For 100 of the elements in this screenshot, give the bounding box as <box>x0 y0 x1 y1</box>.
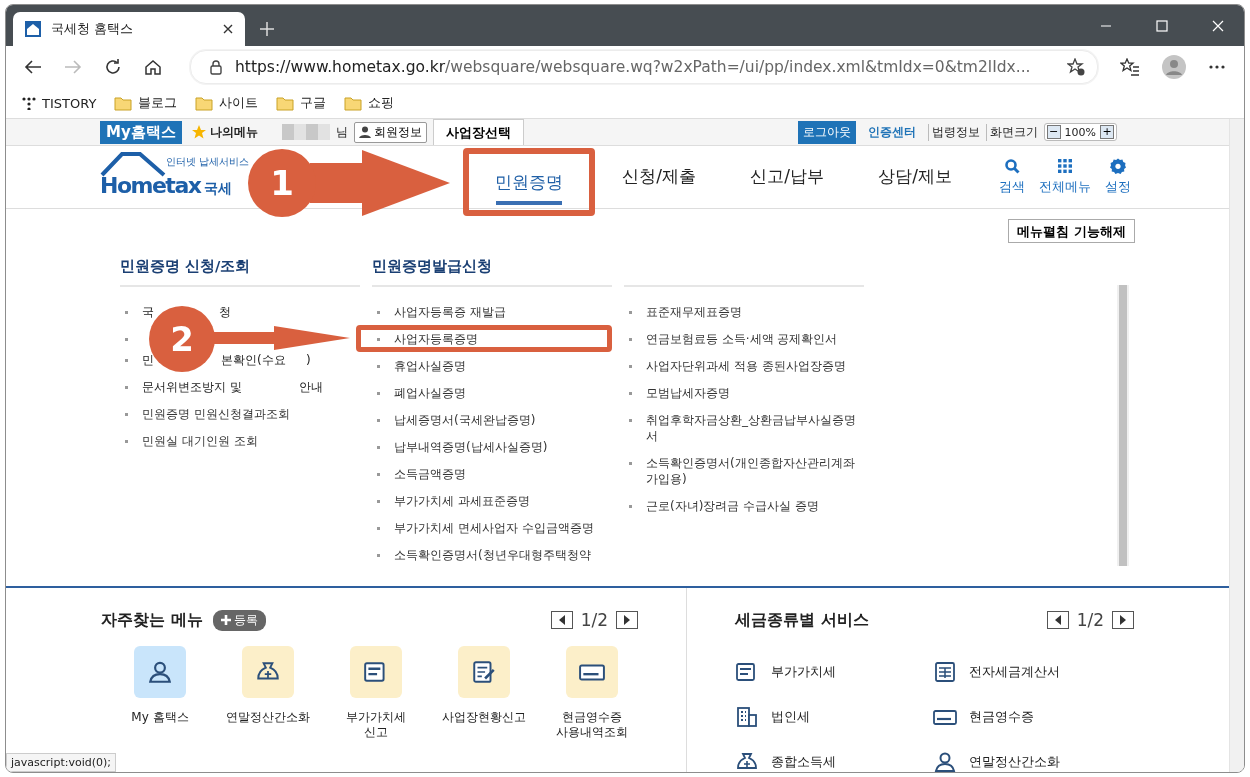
close-icon[interactable] <box>223 24 233 34</box>
menu-link[interactable]: 취업후학자금상환_상환금납부사실증명서 <box>646 411 864 444</box>
my-menu-link[interactable]: 나의메뉴 <box>209 123 258 141</box>
list-bullet <box>377 472 380 476</box>
tool-link[interactable]: 설정 <box>1105 178 1131 196</box>
tool-link[interactable]: 전체메뉴 <box>1039 178 1091 196</box>
cert-center-link[interactable]: 인증센터 <box>861 123 922 141</box>
scrollbar[interactable] <box>1229 119 1244 772</box>
search-icon[interactable] <box>1004 158 1020 174</box>
browser-tab[interactable]: 국세청 홈택스 <box>13 12 245 46</box>
star-plus-icon[interactable] <box>1067 58 1085 76</box>
back-arrow-icon[interactable] <box>24 58 42 76</box>
member-info-button[interactable]: 회원정보 <box>353 121 427 143</box>
menu-link[interactable]: 소득금액증명 <box>394 465 466 482</box>
shortcut-label[interactable]: 현금영수증 사용내역조회 <box>556 710 628 740</box>
menu-link[interactable]: 납부내역증명(납세사실증명) <box>394 438 548 455</box>
tax-service-link[interactable]: 현금영수증 <box>969 708 1034 726</box>
home-icon[interactable] <box>144 58 162 76</box>
menu-link[interactable]: 모범납세자증명 <box>646 384 730 401</box>
nav-tab[interactable]: 신청/제출 <box>595 148 723 204</box>
menu-link[interactable]: 표준재무제표증명 <box>646 303 742 320</box>
shortcut-tile[interactable] <box>134 646 186 698</box>
menu-link[interactable]: 근로(자녀)장려금 수급사실 증명 <box>646 497 819 514</box>
logout-button[interactable]: 로그아웃 <box>797 120 856 144</box>
folder-icon <box>276 95 295 111</box>
list-bullet <box>377 391 380 395</box>
address-field[interactable]: https://www.hometax.go.kr/websquare/websquare.wq?w2xPath=/ui/pp/index.xml&tmIdx=0&tm2lIdx... <box>190 50 1098 84</box>
shortcut-tile[interactable] <box>242 646 294 698</box>
nav-tab[interactable]: 신고/납부 <box>723 148 851 204</box>
maximize-icon[interactable] <box>1156 19 1168 32</box>
star-icon <box>191 125 206 139</box>
utility-link[interactable]: 법령정보 <box>927 123 980 141</box>
column-heading: 민원증명 신청/조회 <box>120 257 360 287</box>
profile-avatar-icon[interactable] <box>1162 55 1186 79</box>
previous-page-icon[interactable] <box>550 611 573 629</box>
tax-service-link[interactable]: 부가가치세 <box>771 663 836 681</box>
list-bullet <box>125 337 128 341</box>
bookmark-link[interactable]: 블로그 <box>138 94 178 112</box>
menu-link[interactable]: 부가가치세 면세사업자 수입금액증명 <box>394 519 594 536</box>
menu-link[interactable]: 폐업사실증명 <box>394 384 466 401</box>
zoom-level: 100% <box>1064 125 1096 139</box>
menu-link[interactable]: 소득확인증명서(개인종합자산관리계좌 가입용) <box>646 454 864 487</box>
next-page-icon[interactable] <box>1112 611 1134 629</box>
refresh-icon[interactable] <box>104 58 122 76</box>
zoom-in-button[interactable]: + <box>1100 125 1114 139</box>
tax-service-link[interactable]: 법인세 <box>771 708 810 726</box>
tax-service-link[interactable]: 종합소득세 <box>771 753 836 771</box>
shortcut-tile[interactable] <box>458 646 510 698</box>
nav-tab[interactable]: 상담/제보 <box>851 148 979 204</box>
menu-link[interactable]: 연금보험료등 소득·세액 공제확인서 <box>646 330 838 347</box>
bookmark-link[interactable]: TISTORY <box>42 95 97 111</box>
menu-link[interactable]: 납세증명서(국세완납증명) <box>394 411 536 428</box>
shortcut-label[interactable]: 부가가치세 신고 <box>346 710 406 740</box>
next-page-icon[interactable] <box>616 611 638 629</box>
shortcut-label[interactable]: My 홈택스 <box>131 710 189 725</box>
logo-tagline: 인터넷 납세서비스 <box>166 155 250 169</box>
bookmark-link[interactable]: 구글 <box>300 94 327 112</box>
menu-link-fragment[interactable]: ) <box>306 351 311 368</box>
grid-menu-icon[interactable] <box>1057 158 1073 174</box>
menu-link[interactable]: 휴업사실증명 <box>394 357 466 374</box>
tax-service-link[interactable]: 연말정산간소화 <box>969 753 1060 771</box>
menu-link[interactable]: 민원실 대기인원 조회 <box>142 432 258 449</box>
menu-link[interactable]: 사업자등록증명 <box>394 330 478 347</box>
list-bullet <box>377 337 380 341</box>
settings-icon[interactable] <box>1110 158 1126 174</box>
menu-link[interactable]: 부가가치세 과세표준증명 <box>394 492 530 509</box>
shortcut-label[interactable]: 연말정산간소화 <box>226 710 310 725</box>
menu-link[interactable]: 사업자등록증 재발급 <box>394 303 506 320</box>
shortcut-label[interactable]: 사업장현황신고 <box>442 710 526 725</box>
menu-link-fragment[interactable]: 문서위변조방지 및 <box>142 378 242 395</box>
status-bubble: javascript:void(0); <box>6 753 116 772</box>
list-bullet <box>629 337 632 341</box>
list-bullet <box>377 418 380 422</box>
favorites-list-icon[interactable] <box>1120 58 1140 76</box>
url-text: https://www.hometax.go.kr/websquare/websquare.wq?w2xPath=/ui/pp/index.xml&tmIdx=0&tm2lIdx... <box>235 58 1032 76</box>
menu-link[interactable]: 사업자단위과세 적용 종된사업장증명 <box>646 357 846 374</box>
tax-service-link[interactable]: 전자세금계산서 <box>969 663 1060 681</box>
shortcut-tile[interactable] <box>350 646 402 698</box>
new-tab-icon[interactable] <box>259 21 275 37</box>
tool-link[interactable]: 검색 <box>999 178 1025 196</box>
inner-scrollbar[interactable] <box>1117 285 1129 566</box>
zoom-out-button[interactable]: − <box>1046 125 1061 139</box>
my-hometax-link[interactable]: My홈택스 <box>100 120 182 144</box>
menu-link-fragment[interactable]: 본확인(수요 <box>221 351 286 368</box>
menu-link[interactable]: 소득확인증명서(청년우대형주택청약 <box>394 546 591 563</box>
business-select-button[interactable]: 사업장선택 <box>432 119 524 145</box>
list-bullet <box>629 461 632 465</box>
bookmark-link[interactable]: 쇼핑 <box>368 94 395 112</box>
previous-page-icon[interactable] <box>1046 611 1069 629</box>
menu-link-fragment[interactable]: 청 <box>219 303 231 320</box>
menu-link-fragment[interactable]: 안내 <box>299 378 323 395</box>
add-button[interactable]: 등록 <box>212 609 266 631</box>
utility-link[interactable]: 화면크기 <box>985 123 1038 141</box>
bookmark-link[interactable]: 사이트 <box>219 94 259 112</box>
menu-link[interactable]: 민원증명 민원신청결과조회 <box>142 405 290 422</box>
more-icon[interactable] <box>1208 64 1226 70</box>
user-suffix: 님 <box>335 123 348 141</box>
menu-toggle-button[interactable]: 메뉴펼침 기능해제 <box>1008 219 1135 243</box>
list-bullet <box>377 445 380 449</box>
shortcut-tile[interactable] <box>566 646 618 698</box>
